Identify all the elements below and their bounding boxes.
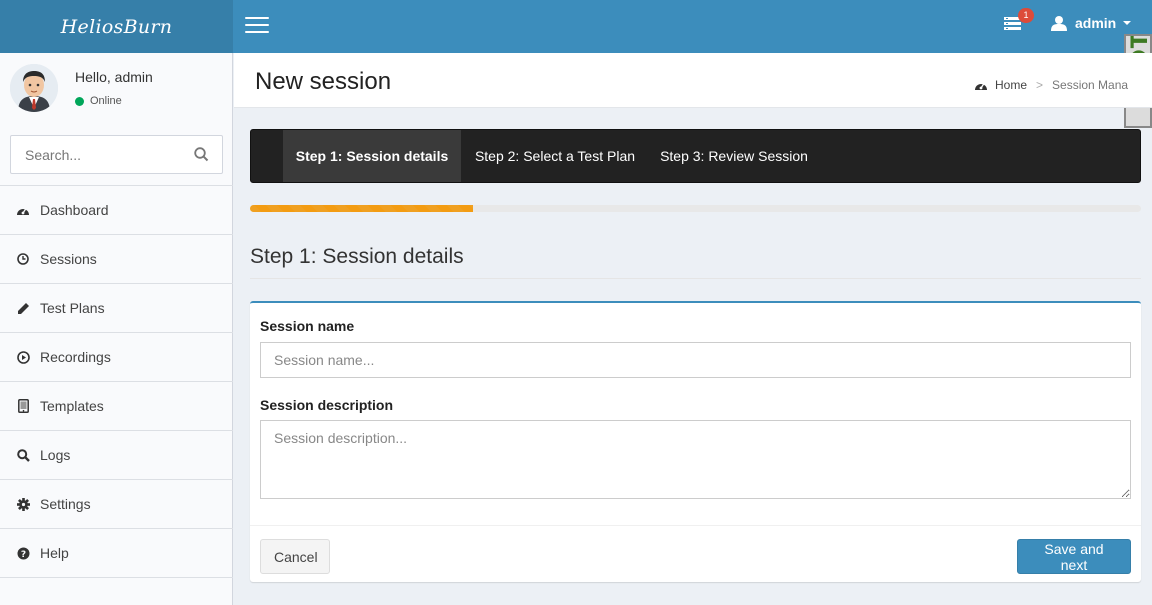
- search-input[interactable]: [11, 136, 181, 173]
- sidebar-item-settings[interactable]: Settings: [0, 480, 233, 529]
- breadcrumb-home-link[interactable]: Home: [995, 78, 1027, 92]
- step-heading: Step 1: Session details: [250, 245, 464, 268]
- search-icon: [16, 448, 30, 462]
- online-status-icon: [75, 96, 84, 106]
- sidebar-item-recordings[interactable]: Recordings: [0, 333, 233, 382]
- sidebar-item-sessions[interactable]: Sessions: [0, 235, 233, 284]
- progress-fill: [250, 205, 473, 212]
- divider: [250, 278, 1141, 279]
- sidebar: Hello, admin Online Dashboard Sessions T…: [0, 53, 233, 605]
- avatar: [10, 64, 58, 112]
- tab-step-1[interactable]: Step 1: Session details: [283, 130, 461, 182]
- sidebar-item-label: Recordings: [40, 349, 111, 365]
- sidebar-item-logs[interactable]: Logs: [0, 431, 233, 480]
- form-footer: Cancel Save and next: [250, 525, 1141, 582]
- sidebar-menu: Dashboard Sessions Test Plans Recordings…: [0, 185, 233, 578]
- content-header: New session Home > Session Mana: [234, 53, 1152, 108]
- save-and-next-button[interactable]: Save and next: [1017, 539, 1131, 574]
- user-icon: [1051, 16, 1067, 31]
- notification-count-badge: 1: [1018, 8, 1034, 23]
- breadcrumb-current: Session Mana: [1052, 78, 1129, 92]
- sidebar-item-templates[interactable]: Templates: [0, 382, 233, 431]
- search-icon[interactable]: [194, 147, 209, 167]
- user-status: Online: [75, 95, 122, 107]
- user-status-label: Online: [90, 95, 122, 107]
- sidebar-item-label: Sessions: [40, 251, 97, 267]
- tab-step-3[interactable]: Step 3: Review Session: [649, 130, 819, 182]
- session-description-textarea[interactable]: [260, 420, 1131, 499]
- dashboard-icon: [974, 79, 988, 91]
- gear-icon: [16, 497, 30, 511]
- sidebar-toggle-icon[interactable]: [245, 17, 269, 35]
- user-menu[interactable]: admin: [1051, 15, 1132, 31]
- svg-text:?: ?: [20, 550, 25, 560]
- session-form: Session name Session description Cancel …: [250, 301, 1141, 582]
- wizard-steps: Step 1: Session details Step 2: Select a…: [250, 129, 1141, 183]
- tab-step-2[interactable]: Step 2: Select a Test Plan: [465, 130, 645, 182]
- user-panel: Hello, admin Online: [0, 53, 233, 123]
- app-logo[interactable]: HeliosBurn: [0, 0, 233, 53]
- wizard-progress-bar: [250, 205, 1141, 212]
- session-name-label: Session name: [260, 318, 355, 334]
- page-title: New session: [255, 68, 392, 95]
- sidebar-item-label: Test Plans: [40, 300, 105, 316]
- breadcrumb-separator: >: [1036, 78, 1044, 92]
- user-greeting: Hello, admin: [75, 69, 153, 85]
- user-name: admin: [1075, 15, 1117, 31]
- sidebar-item-label: Settings: [40, 496, 91, 512]
- sidebar-item-label: Templates: [40, 398, 104, 414]
- sidebar-item-label: Dashboard: [40, 202, 109, 218]
- sidebar-item-label: Help: [40, 545, 69, 561]
- sidebar-item-label: Logs: [40, 447, 71, 463]
- question-circle-icon: ?: [16, 546, 30, 560]
- dashboard-icon: [16, 203, 30, 217]
- sidebar-item-dashboard[interactable]: Dashboard: [0, 186, 233, 235]
- sidebar-search: [10, 135, 223, 174]
- breadcrumb: Home > Session Mana: [974, 78, 1128, 92]
- play-circle-icon: [16, 350, 30, 364]
- chevron-down-icon: [1123, 21, 1132, 25]
- sidebar-item-test-plans[interactable]: Test Plans: [0, 284, 233, 333]
- pencil-icon: [16, 301, 30, 315]
- cancel-button[interactable]: Cancel: [260, 539, 330, 574]
- clock-icon: [16, 252, 30, 266]
- sidebar-item-help[interactable]: ? Help: [0, 529, 233, 578]
- tablet-icon: [16, 399, 30, 413]
- session-name-input[interactable]: [260, 342, 1131, 378]
- session-description-label: Session description: [260, 397, 394, 413]
